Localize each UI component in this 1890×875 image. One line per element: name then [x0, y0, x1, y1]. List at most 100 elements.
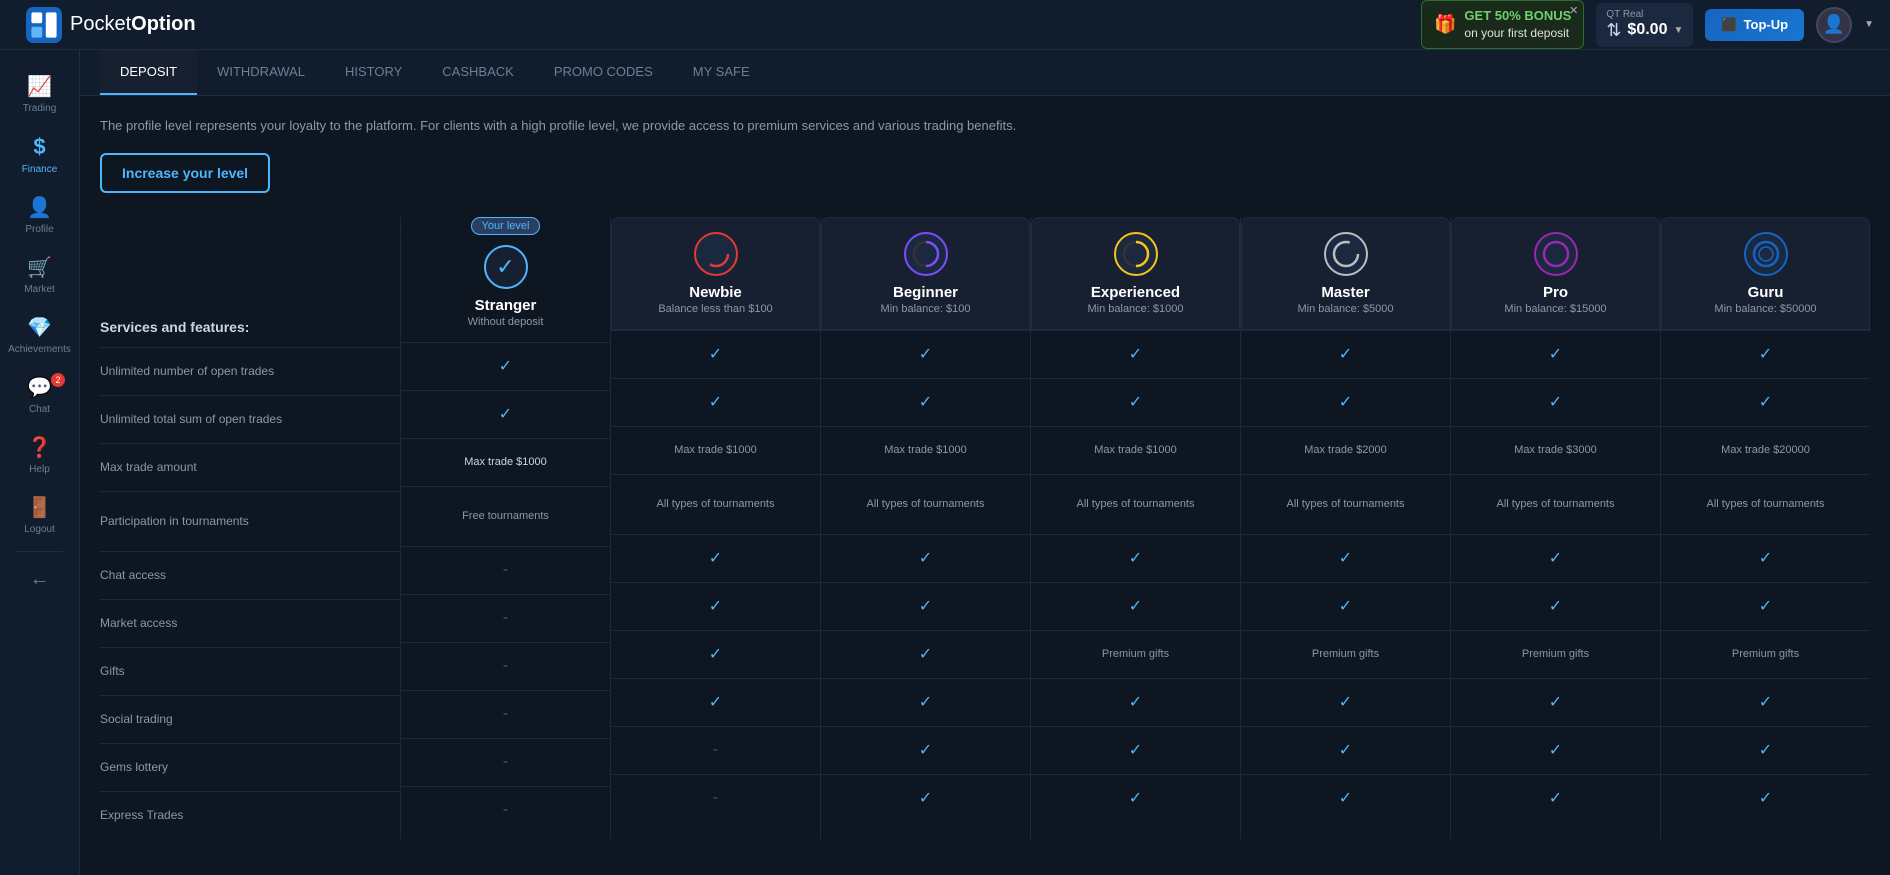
cell-guru-total-sum: ✓ [1661, 378, 1870, 426]
cell-newbie-chat: ✓ [611, 534, 820, 582]
level-name-pro: Pro [1543, 284, 1568, 301]
level-name-experienced: Experienced [1091, 284, 1180, 301]
trading-icon: 📈 [27, 74, 52, 99]
check-icon: ✓ [1759, 740, 1772, 760]
sidebar-item-back[interactable]: ← [0, 560, 79, 599]
sidebar-item-help[interactable]: ❓ Help [0, 427, 79, 483]
check-mark-icon: ✓ [496, 254, 514, 280]
check-icon: ✓ [709, 692, 722, 712]
tab-deposit[interactable]: DEPOSIT [100, 50, 197, 95]
level-sub-experienced: Min balance: $1000 [1087, 303, 1183, 315]
tab-withdrawal[interactable]: WITHDRAWAL [197, 50, 325, 95]
cell-pro-open-trades: ✓ [1451, 330, 1660, 378]
check-icon: ✓ [499, 404, 512, 424]
gift-icon: 🎁 [1434, 14, 1456, 35]
cell-beginner-social: ✓ [821, 678, 1030, 726]
cell-guru-gems: ✓ [1661, 726, 1870, 774]
check-icon: ✓ [709, 596, 722, 616]
level-col-beginner: Beginner Min balance: $100 ✓ ✓ Max trade… [820, 217, 1030, 839]
chevron-down-icon: ▼ [1673, 25, 1683, 36]
cell-master-gems: ✓ [1241, 726, 1450, 774]
sidebar: 📈 Trading $ Finance 👤 Profile 🛒 Market 💎… [0, 50, 80, 875]
avatar[interactable]: 👤 [1816, 7, 1852, 43]
cell-beginner-chat: ✓ [821, 534, 1030, 582]
level-sub-master: Min balance: $5000 [1297, 303, 1393, 315]
cell-beginner-tournaments: All types of tournaments [821, 474, 1030, 534]
finance-icon: $ [33, 134, 45, 160]
level-avatar-beginner [904, 232, 948, 276]
sidebar-item-label: Trading [23, 103, 57, 114]
check-icon: ✓ [1549, 692, 1562, 712]
level-sub-guru: Min balance: $50000 [1714, 303, 1816, 315]
increase-level-button[interactable]: Increase your level [100, 153, 270, 193]
sidebar-item-logout[interactable]: 🚪 Logout [0, 487, 79, 543]
cell-experienced-express: ✓ [1031, 774, 1240, 822]
profile-icon: 👤 [27, 195, 52, 220]
main-content: DEPOSIT WITHDRAWAL HISTORY CASHBACK PROM… [80, 50, 1890, 875]
check-icon: ✓ [499, 356, 512, 376]
sidebar-item-chat[interactable]: 💬 2 Chat [0, 367, 79, 423]
sidebar-item-market[interactable]: 🛒 Market [0, 247, 79, 303]
check-icon: ✓ [1549, 788, 1562, 808]
cell-master-tournaments: All types of tournaments [1241, 474, 1450, 534]
balance-label: QT Real [1606, 9, 1643, 20]
check-icon: ✓ [1549, 596, 1562, 616]
topbar: PocketOption 🎁 GET 50% BONUS on your fir… [0, 0, 1890, 50]
check-icon: ✓ [1759, 548, 1772, 568]
sidebar-item-label: Market [24, 284, 55, 295]
tab-promo[interactable]: PROMO CODES [534, 50, 673, 95]
check-icon: ✓ [1759, 692, 1772, 712]
level-header-beginner: Beginner Min balance: $100 [821, 217, 1030, 330]
check-icon: ✓ [1759, 596, 1772, 616]
cell-experienced-tournaments: All types of tournaments [1031, 474, 1240, 534]
check-icon: ✓ [1339, 548, 1352, 568]
level-name-master: Master [1321, 284, 1369, 301]
sidebar-item-trading[interactable]: 📈 Trading [0, 66, 79, 122]
cell-stranger-total-sum: ✓ [401, 390, 610, 438]
level-header-stranger: Your level ✓ Stranger Without deposit [401, 231, 610, 342]
check-icon: ✓ [919, 644, 932, 664]
tab-history[interactable]: HISTORY [325, 50, 422, 95]
chat-badge: 2 [51, 373, 65, 387]
level-header-experienced: Experienced Min balance: $1000 [1031, 217, 1240, 330]
cell-newbie-tournaments: All types of tournaments [611, 474, 820, 534]
check-icon: ✓ [919, 392, 932, 412]
cell-guru-open-trades: ✓ [1661, 330, 1870, 378]
topup-button[interactable]: ⬛ Top-Up [1705, 9, 1804, 41]
cell-pro-max-trade: Max trade $3000 [1451, 426, 1660, 474]
cell-newbie-express: - [611, 774, 820, 822]
balance-area[interactable]: QT Real ⇅ $0.00 ▼ [1596, 3, 1693, 47]
sidebar-item-label: Achievements [8, 344, 71, 355]
sidebar-item-achievements[interactable]: 💎 Achievements [0, 307, 79, 363]
cell-pro-express: ✓ [1451, 774, 1660, 822]
level-name-beginner: Beginner [893, 284, 958, 301]
cell-master-gifts: Premium gifts [1241, 630, 1450, 678]
avatar-chevron[interactable]: ▼ [1864, 19, 1874, 30]
check-icon: ✓ [709, 392, 722, 412]
feature-max-trade: Max trade amount [100, 443, 400, 491]
experienced-avatar-svg [1122, 240, 1150, 268]
check-icon: ✓ [1339, 740, 1352, 760]
cell-stranger-gifts: - [401, 642, 610, 690]
features-header: Services and features: [100, 217, 400, 347]
check-icon: ✓ [1339, 596, 1352, 616]
help-icon: ❓ [27, 435, 52, 460]
sidebar-item-profile[interactable]: 👤 Profile [0, 187, 79, 243]
feature-tournaments: Participation in tournaments [100, 491, 400, 551]
bonus-banner[interactable]: 🎁 GET 50% BONUS on your first deposit ✕ [1421, 0, 1584, 49]
feature-social: Social trading [100, 695, 400, 743]
level-header-newbie: Newbie Balance less than $100 [611, 217, 820, 330]
levels-table: Services and features: Unlimited number … [100, 217, 1870, 839]
beginner-avatar-svg [912, 240, 940, 268]
cell-guru-max-trade: Max trade $20000 [1661, 426, 1870, 474]
logo-text: PocketOption [70, 13, 196, 36]
cell-experienced-max-trade: Max trade $1000 [1031, 426, 1240, 474]
tab-cashback[interactable]: CASHBACK [422, 50, 534, 95]
cell-guru-gifts: Premium gifts [1661, 630, 1870, 678]
check-icon: ✓ [919, 740, 932, 760]
tab-mysafe[interactable]: MY SAFE [673, 50, 770, 95]
cell-pro-social: ✓ [1451, 678, 1660, 726]
guru-avatar-svg [1752, 240, 1780, 268]
bonus-close-icon[interactable]: ✕ [1569, 4, 1578, 17]
sidebar-item-finance[interactable]: $ Finance [0, 126, 79, 183]
